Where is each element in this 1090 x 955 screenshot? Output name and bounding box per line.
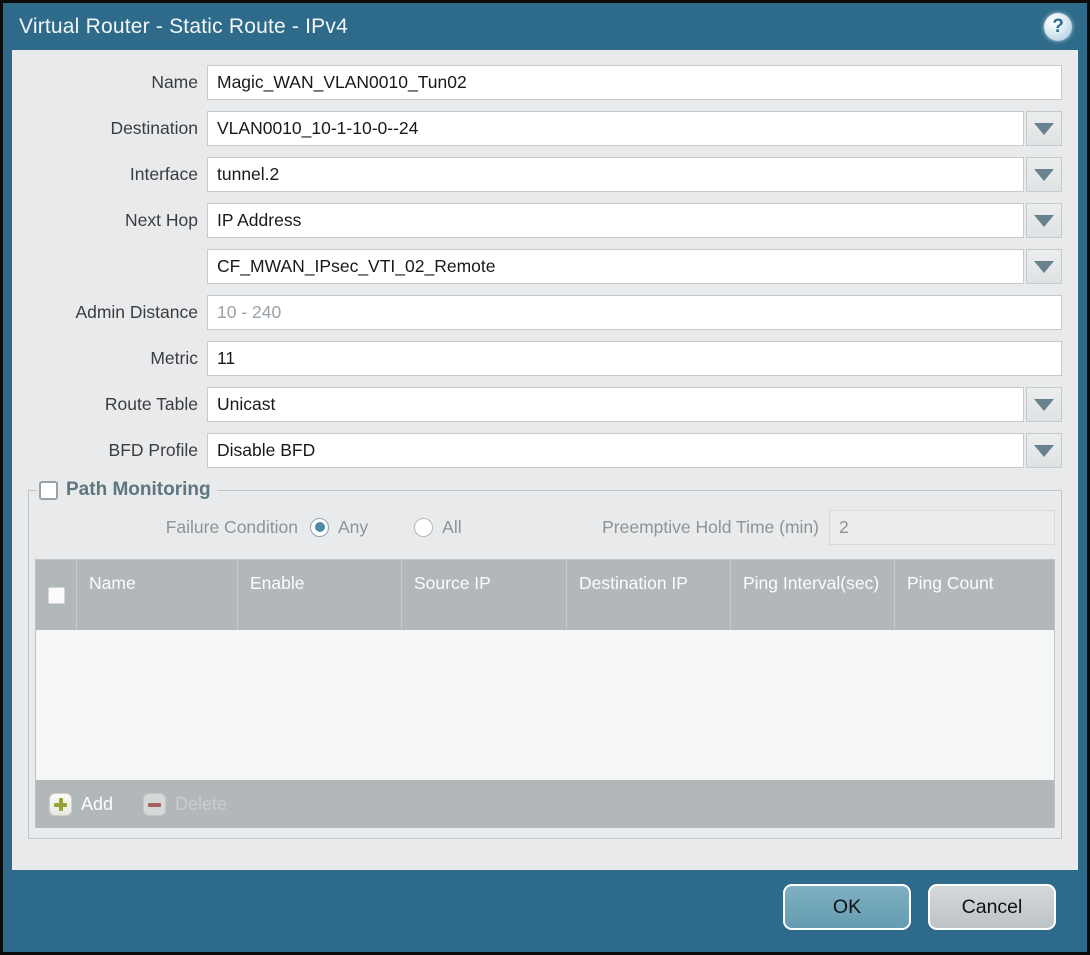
table-header-row: Name Enable Source IP Destination IP Pin…	[36, 560, 1054, 630]
preemptive-hold-time-label: Preemptive Hold Time (min)	[602, 517, 829, 538]
metric-input[interactable]	[207, 341, 1062, 376]
admin-distance-label: Admin Distance	[12, 302, 207, 323]
bfd-profile-input[interactable]	[207, 433, 1024, 468]
destination-input[interactable]	[207, 111, 1024, 146]
path-monitoring-legend: Path Monitoring	[37, 479, 217, 501]
interface-label: Interface	[12, 164, 207, 185]
interface-dropdown-button[interactable]	[1026, 157, 1062, 192]
add-button-label: Add	[81, 794, 113, 815]
route-table-label: Route Table	[12, 394, 207, 415]
interface-input[interactable]	[207, 157, 1024, 192]
dialog-titlebar: Virtual Router - Static Route - IPv4 ?	[3, 3, 1087, 50]
next-hop-type-input[interactable]	[207, 203, 1024, 238]
row-interface: Interface	[12, 157, 1062, 192]
table-header-ping-interval[interactable]: Ping Interval(sec)	[730, 560, 894, 630]
add-button[interactable]: Add	[49, 793, 113, 816]
chevron-down-icon	[1034, 123, 1054, 135]
table-header-name[interactable]: Name	[76, 560, 237, 630]
destination-label: Destination	[12, 118, 207, 139]
name-label: Name	[12, 72, 207, 93]
failure-condition-all-label: All	[442, 517, 461, 538]
table-body-empty[interactable]	[36, 630, 1054, 780]
path-monitoring-table: Name Enable Source IP Destination IP Pin…	[35, 559, 1055, 828]
radio-selected-icon	[310, 518, 329, 537]
chevron-down-icon	[1034, 399, 1054, 411]
dialog-content: Name Destination Interface	[12, 50, 1078, 870]
destination-dropdown-button[interactable]	[1026, 111, 1062, 146]
dialog-footer: OK Cancel	[3, 870, 1087, 952]
static-route-dialog: Virtual Router - Static Route - IPv4 ? N…	[3, 3, 1087, 952]
delete-minus-icon	[143, 793, 166, 816]
table-header-destination-ip[interactable]: Destination IP	[566, 560, 730, 630]
chevron-down-icon	[1034, 215, 1054, 227]
add-plus-icon	[49, 793, 72, 816]
help-icon[interactable]: ?	[1044, 13, 1072, 41]
table-header-source-ip[interactable]: Source IP	[401, 560, 566, 630]
dialog-title: Virtual Router - Static Route - IPv4	[19, 15, 348, 39]
admin-distance-input[interactable]	[207, 295, 1062, 330]
row-next-hop: Next Hop	[12, 203, 1062, 238]
next-hop-type-dropdown-button[interactable]	[1026, 203, 1062, 238]
row-name: Name	[12, 65, 1062, 100]
route-table-dropdown-button[interactable]	[1026, 387, 1062, 422]
failure-condition-any-option[interactable]: Any	[310, 517, 368, 538]
row-route-table: Route Table	[12, 387, 1062, 422]
table-header-select-all[interactable]	[36, 560, 76, 630]
cancel-button[interactable]: Cancel	[928, 884, 1056, 930]
row-bfd-profile: BFD Profile	[12, 433, 1062, 468]
row-metric: Metric	[12, 341, 1062, 376]
bfd-profile-label: BFD Profile	[12, 440, 207, 461]
row-destination: Destination	[12, 111, 1062, 146]
bfd-profile-dropdown-button[interactable]	[1026, 433, 1062, 468]
delete-button[interactable]: Delete	[143, 793, 227, 816]
chevron-down-icon	[1034, 261, 1054, 273]
failure-condition-row: Failure Condition Any All Preemptive Hol…	[35, 508, 1055, 546]
metric-label: Metric	[12, 348, 207, 369]
failure-condition-any-label: Any	[338, 517, 368, 538]
table-header-ping-count[interactable]: Ping Count	[894, 560, 1054, 630]
failure-condition-label: Failure Condition	[35, 517, 310, 538]
path-monitoring-section: Path Monitoring Failure Condition Any Al…	[28, 479, 1062, 839]
row-admin-distance: Admin Distance	[12, 295, 1062, 330]
radio-unselected-icon	[414, 518, 433, 537]
screenshot-frame: Virtual Router - Static Route - IPv4 ? N…	[0, 0, 1090, 955]
table-header-enable[interactable]: Enable	[237, 560, 401, 630]
row-next-hop-address	[12, 249, 1062, 284]
ok-button[interactable]: OK	[783, 884, 911, 930]
delete-button-label: Delete	[175, 794, 227, 815]
name-input[interactable]	[207, 65, 1062, 100]
chevron-down-icon	[1034, 445, 1054, 457]
route-table-input[interactable]	[207, 387, 1024, 422]
preemptive-hold-time-input[interactable]	[829, 510, 1055, 545]
select-all-checkbox[interactable]	[48, 587, 65, 604]
path-monitoring-title: Path Monitoring	[66, 479, 211, 501]
table-footer-bar: Add Delete	[36, 780, 1054, 828]
next-hop-address-dropdown-button[interactable]	[1026, 249, 1062, 284]
next-hop-label: Next Hop	[12, 210, 207, 231]
next-hop-address-input[interactable]	[207, 249, 1024, 284]
failure-condition-all-option[interactable]: All	[414, 517, 461, 538]
chevron-down-icon	[1034, 169, 1054, 181]
path-monitoring-checkbox[interactable]	[39, 481, 58, 500]
